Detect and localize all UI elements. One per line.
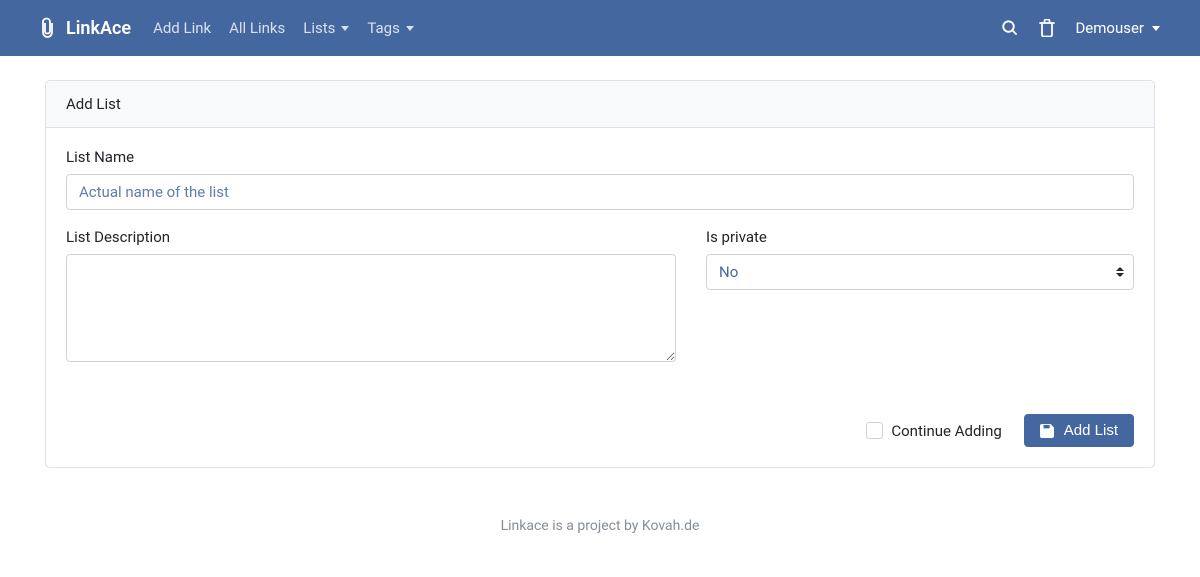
description-col: List Description [66, 228, 676, 384]
nav-tags-label: Tags [367, 19, 399, 37]
list-name-input[interactable] [66, 174, 1134, 210]
private-select[interactable]: No [706, 254, 1134, 290]
card-body: List Name List Description Is private [46, 128, 1154, 467]
nav-lists-label: Lists [303, 19, 335, 37]
footer-text: Linkace is a project by [501, 518, 642, 534]
add-list-button[interactable]: Add List [1024, 414, 1134, 447]
list-name-group: List Name [66, 148, 1134, 210]
private-group: Is private No [706, 228, 1134, 290]
list-name-label: List Name [66, 148, 1134, 166]
paperclip-icon [40, 17, 56, 39]
navbar-right: Demouser [1001, 19, 1160, 37]
form-actions: Continue Adding Add List [66, 414, 1134, 447]
form-row: List Description Is private No [66, 228, 1134, 384]
brand-link[interactable]: LinkAce [40, 17, 131, 39]
continue-adding-checkbox[interactable] [866, 422, 883, 439]
footer: Linkace is a project by Kovah.de [0, 492, 1200, 560]
user-menu[interactable]: Demouser [1075, 19, 1160, 37]
trash-button[interactable] [1039, 19, 1055, 37]
navbar: LinkAce Add Link All Links Lists Tags [0, 0, 1200, 56]
nav-lists[interactable]: Lists [303, 19, 349, 37]
private-label: Is private [706, 228, 1134, 246]
brand-text: LinkAce [66, 18, 131, 39]
add-list-button-label: Add List [1064, 422, 1118, 439]
nav-tags[interactable]: Tags [367, 19, 413, 37]
continue-adding-group: Continue Adding [866, 422, 1001, 440]
nav-all-links[interactable]: All Links [229, 19, 285, 37]
nav-add-link[interactable]: Add Link [153, 19, 211, 37]
search-button[interactable] [1001, 19, 1019, 37]
continue-adding-label: Continue Adding [891, 422, 1001, 440]
description-textarea[interactable] [66, 254, 676, 362]
chevron-down-icon [341, 26, 349, 31]
description-label: List Description [66, 228, 676, 246]
private-select-wrapper: No [706, 254, 1134, 290]
user-name: Demouser [1075, 19, 1144, 37]
card-header: Add List [46, 81, 1154, 128]
main-container: Add List List Name List Description Is p… [45, 56, 1155, 492]
save-icon [1040, 424, 1054, 438]
chevron-down-icon [406, 26, 414, 31]
add-list-card: Add List List Name List Description Is p… [45, 80, 1155, 468]
trash-icon [1039, 19, 1055, 37]
footer-link[interactable]: Kovah.de [642, 518, 700, 534]
description-group: List Description [66, 228, 676, 366]
chevron-down-icon [1152, 26, 1160, 31]
search-icon [1001, 19, 1019, 37]
nav-links: Add Link All Links Lists Tags [153, 19, 414, 37]
private-col: Is private No [706, 228, 1134, 384]
